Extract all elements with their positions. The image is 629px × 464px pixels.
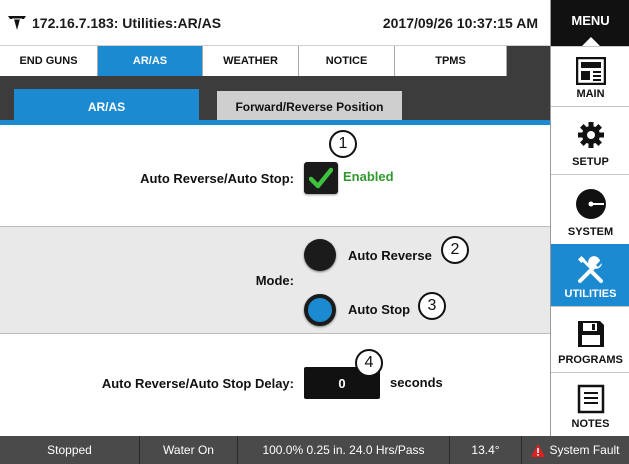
auto-reverse-stop-label: Auto Reverse/Auto Stop: — [140, 171, 294, 186]
nav-notes[interactable]: NOTES — [551, 372, 629, 436]
nav-notes-label: NOTES — [571, 418, 610, 430]
warning-icon — [531, 443, 546, 457]
tab-ar-as[interactable]: AR/AS — [98, 46, 203, 76]
mode-row: Mode: Auto Reverse 2 Auto Stop 3 — [0, 227, 550, 334]
delay-unit: seconds — [390, 375, 443, 390]
nav-utilities[interactable]: UTILITIES — [551, 244, 629, 306]
status-rate: 100.0% 0.25 in. 24.0 Hrs/Pass — [238, 436, 450, 464]
pivot-system-icon — [575, 175, 607, 226]
status-water: Water On — [140, 436, 238, 464]
nav-setup[interactable]: SETUP — [551, 106, 629, 174]
subtab-ar-as[interactable]: AR/AS — [14, 89, 199, 124]
nav-utilities-label: UTILITIES — [564, 288, 617, 300]
floppy-disk-icon — [576, 307, 606, 354]
valley-logo-icon — [6, 13, 28, 33]
tools-icon — [576, 245, 606, 288]
nav-main-label: MAIN — [576, 88, 605, 100]
tab-weather[interactable]: WEATHER — [203, 46, 299, 76]
status-fault[interactable]: System Fault — [522, 436, 629, 464]
menu-label: MENU — [571, 13, 610, 28]
mode-label: Mode: — [255, 273, 294, 288]
top-tabs: END GUNS AR/AS WEATHER NOTICE TPMS — [0, 46, 550, 76]
nav-programs-label: PROGRAMS — [558, 354, 623, 366]
tab-tpms[interactable]: TPMS — [395, 46, 507, 76]
subtab-bar: AR/AS Forward/Reverse Position — [0, 76, 550, 124]
auto-reverse-stop-row: Auto Reverse/Auto Stop: Enabled 1 — [0, 125, 550, 227]
delay-row: Auto Reverse/Auto Stop Delay: 0 seconds … — [0, 334, 550, 436]
status-state: Stopped — [0, 436, 140, 464]
title-bar: 172.16.7.183: Utilities:AR/AS 2017/09/26… — [0, 0, 550, 46]
callout-4: 4 — [355, 349, 383, 377]
nav-system-label: SYSTEM — [567, 226, 614, 238]
status-fault-label: System Fault — [549, 443, 620, 457]
notes-icon — [577, 373, 605, 418]
auto-reverse-radio[interactable] — [304, 239, 336, 271]
enabled-label: Enabled — [343, 169, 394, 184]
callout-3: 3 — [418, 292, 446, 320]
main-panel-icon — [575, 47, 606, 88]
checkmark-icon — [309, 167, 333, 189]
page-title: 172.16.7.183: Utilities:AR/AS — [32, 14, 222, 31]
nav-system[interactable]: SYSTEM — [551, 174, 629, 244]
enabled-checkbox[interactable] — [304, 162, 338, 194]
datetime: 2017/09/26 10:37:15 AM — [382, 14, 538, 31]
callout-1: 1 — [329, 130, 357, 158]
nav-setup-label: SETUP — [572, 156, 609, 168]
menu-button[interactable]: MENU — [551, 0, 629, 47]
nav-main[interactable]: MAIN — [551, 46, 629, 106]
auto-reverse-label: Auto Reverse — [348, 248, 432, 263]
subtab-forward-reverse-position[interactable]: Forward/Reverse Position — [217, 91, 402, 123]
gear-icon — [577, 107, 605, 156]
auto-stop-label: Auto Stop — [348, 302, 411, 317]
status-bar: Stopped Water On 100.0% 0.25 in. 24.0 Hr… — [0, 436, 629, 464]
auto-stop-radio[interactable] — [304, 294, 336, 326]
delay-label: Auto Reverse/Auto Stop Delay: — [101, 376, 294, 391]
status-angle: 13.4° — [450, 436, 522, 464]
callout-2: 2 — [441, 236, 469, 264]
nav-programs[interactable]: PROGRAMS — [551, 306, 629, 372]
tab-end-guns[interactable]: END GUNS — [0, 46, 98, 76]
side-menu: MENU MAIN SETUP SYSTEM UTILITIES PROGRAM… — [550, 0, 629, 436]
tab-notice[interactable]: NOTICE — [299, 46, 395, 76]
